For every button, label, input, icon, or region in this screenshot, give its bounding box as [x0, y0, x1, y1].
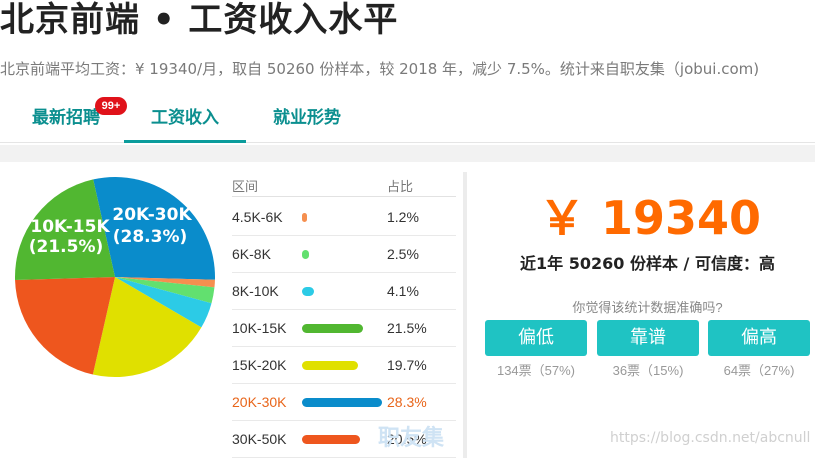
- row-bar: [302, 213, 307, 222]
- row-bar: [302, 287, 314, 296]
- table-header: 区间 占比: [232, 174, 456, 197]
- row-range: 10K-15K: [232, 320, 287, 336]
- table-row: 4.5K-6K 1.2%: [232, 199, 456, 236]
- watermark-logo: 职友集: [378, 426, 445, 451]
- vote-high-button[interactable]: 偏高: [708, 320, 810, 356]
- vote-question: 你觉得该统计数据准确吗?: [572, 300, 723, 315]
- row-range: 20K-30K: [232, 394, 287, 410]
- row-pct: 2.5%: [387, 246, 419, 262]
- row-bar: [302, 324, 363, 333]
- active-tab-indicator: [124, 140, 246, 143]
- table-row: 20K-30K 28.3%: [232, 384, 456, 421]
- header-pct: 占比: [387, 179, 414, 194]
- header-range: 区间: [232, 179, 259, 194]
- salary-pie-chart: 10K-15K (21.5%) 20K-30K (28.3%): [15, 177, 215, 377]
- row-bar: [302, 361, 358, 370]
- row-range: 15K-20K: [232, 357, 287, 373]
- row-bar: [302, 435, 360, 444]
- row-range: 6K-8K: [232, 246, 271, 262]
- row-pct: 21.5%: [387, 320, 427, 336]
- pie-label-right-pct: (28.3%): [113, 227, 188, 247]
- sample-info: 近1年 50260 份样本 / 可信度：高: [520, 254, 775, 273]
- new-jobs-badge: 99+: [95, 97, 127, 115]
- row-pct: 19.7%: [387, 357, 427, 373]
- pie-label-left-range: 10K-15K: [30, 217, 110, 237]
- row-range: 8K-10K: [232, 283, 279, 299]
- row-bar: [302, 398, 382, 407]
- vote-accurate-count: 36票（15%): [612, 363, 684, 378]
- watermark-url: https://blog.csdn.net/abcnull: [610, 430, 811, 446]
- tab-employment[interactable]: 就业形势: [262, 96, 352, 140]
- tab-latest-jobs[interactable]: 最新招聘: [26, 96, 106, 140]
- table-row: 10K-15K 21.5%: [232, 310, 456, 347]
- row-pct: 4.1%: [387, 283, 419, 299]
- table-row: 6K-8K 2.5%: [232, 236, 456, 273]
- row-pct: 1.2%: [387, 209, 419, 225]
- row-range: 4.5K-6K: [232, 209, 283, 225]
- page-subtitle: 北京前端平均工资：¥ 19340/月，取自 50260 份样本，较 2018 年…: [0, 60, 760, 78]
- pie-label-right-range: 20K-30K: [112, 205, 192, 225]
- tab-salary[interactable]: 工资收入: [124, 96, 246, 140]
- average-salary: ￥ 19340: [538, 191, 762, 245]
- vote-high-count: 64票（27%): [723, 363, 795, 378]
- vote-accurate-button[interactable]: 靠谱: [597, 320, 699, 356]
- section-separator: [0, 145, 815, 162]
- panel-divider: [463, 172, 467, 458]
- row-pct: 28.3%: [387, 394, 427, 410]
- pie-label-left-pct: (21.5%): [29, 237, 104, 257]
- row-bar: [302, 250, 310, 259]
- page-title: 北京前端 • 工资收入水平: [0, 0, 399, 40]
- row-range: 30K-50K: [232, 431, 287, 447]
- vote-low-button[interactable]: 偏低: [485, 320, 587, 356]
- table-row: 15K-20K 19.7%: [232, 347, 456, 384]
- table-row: 8K-10K 4.1%: [232, 273, 456, 310]
- vote-low-count: 134票（57%): [496, 363, 576, 378]
